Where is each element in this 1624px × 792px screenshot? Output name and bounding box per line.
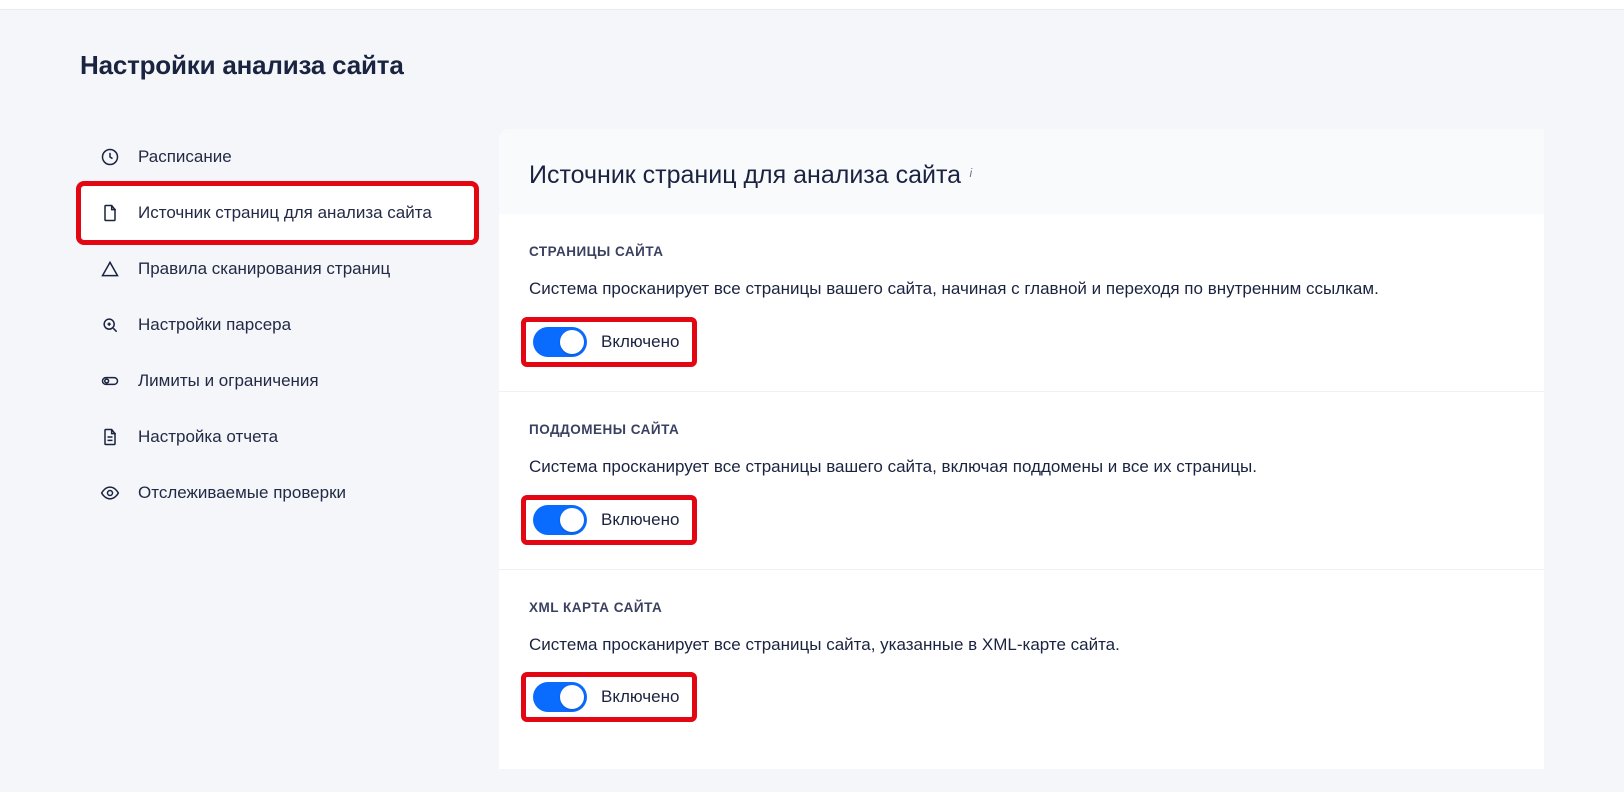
toggle-icon bbox=[100, 371, 120, 391]
section-description: Система просканирует все страницы вашего… bbox=[529, 277, 1514, 301]
zoom-settings-icon bbox=[100, 315, 120, 335]
sidebar-item-label: Правила сканирования страниц bbox=[138, 259, 390, 279]
sidebar-item-label: Источник страниц для анализа сайта bbox=[138, 203, 432, 223]
sidebar-item-label: Лимиты и ограничения bbox=[138, 371, 319, 391]
section-site-pages: СТРАНИЦЫ САЙТА Система просканирует все … bbox=[499, 214, 1544, 392]
toggle-row-site-pages: Включено bbox=[529, 323, 689, 361]
page-icon bbox=[100, 203, 120, 223]
page-container: Настройки анализа сайта Расписание Источ… bbox=[0, 10, 1624, 769]
content-header: Источник страниц для анализа сайта i bbox=[499, 129, 1544, 214]
sidebar-item-label: Отслеживаемые проверки bbox=[138, 483, 346, 503]
toggle-label: Включено bbox=[601, 332, 679, 352]
toggle-label: Включено bbox=[601, 687, 679, 707]
sidebar-item-label: Расписание bbox=[138, 147, 232, 167]
section-label: XML КАРТА САЙТА bbox=[529, 600, 1514, 615]
toggle-site-pages[interactable] bbox=[533, 327, 587, 357]
section-description: Система просканирует все страницы вашего… bbox=[529, 455, 1514, 479]
clock-icon bbox=[100, 147, 120, 167]
sidebar-item-crawl-rules[interactable]: Правила сканирования страниц bbox=[80, 241, 475, 297]
content-panel: Источник страниц для анализа сайта i СТР… bbox=[499, 129, 1544, 769]
sidebar-item-label: Настройка отчета bbox=[138, 427, 278, 447]
layout: Расписание Источник страниц для анализа … bbox=[80, 129, 1544, 769]
top-bar bbox=[0, 0, 1624, 10]
sidebar-item-tracked-checks[interactable]: Отслеживаемые проверки bbox=[80, 465, 475, 521]
sidebar-item-report-settings[interactable]: Настройка отчета bbox=[80, 409, 475, 465]
warning-triangle-icon bbox=[100, 259, 120, 279]
eye-icon bbox=[100, 483, 120, 503]
section-label: ПОДДОМЕНЫ САЙТА bbox=[529, 422, 1514, 437]
toggle-row-xml-sitemap: Включено bbox=[529, 678, 689, 716]
sidebar-item-page-source[interactable]: Источник страниц для анализа сайта bbox=[80, 185, 475, 241]
settings-sidebar: Расписание Источник страниц для анализа … bbox=[80, 129, 475, 521]
toggle-label: Включено bbox=[601, 510, 679, 530]
sidebar-item-label: Настройки парсера bbox=[138, 315, 291, 335]
page-title: Настройки анализа сайта bbox=[80, 50, 1544, 81]
section-xml-sitemap: XML КАРТА САЙТА Система просканирует все… bbox=[499, 570, 1544, 747]
section-description: Система просканирует все страницы сайта,… bbox=[529, 633, 1514, 657]
info-icon[interactable]: i bbox=[970, 166, 973, 180]
toggle-xml-sitemap[interactable] bbox=[533, 682, 587, 712]
sidebar-item-limits[interactable]: Лимиты и ограничения bbox=[80, 353, 475, 409]
document-lines-icon bbox=[100, 427, 120, 447]
section-subdomains: ПОДДОМЕНЫ САЙТА Система просканирует все… bbox=[499, 392, 1544, 570]
toggle-row-subdomains: Включено bbox=[529, 501, 689, 539]
sidebar-item-schedule[interactable]: Расписание bbox=[80, 129, 475, 185]
sidebar-item-parser-settings[interactable]: Настройки парсера bbox=[80, 297, 475, 353]
section-label: СТРАНИЦЫ САЙТА bbox=[529, 244, 1514, 259]
content-title: Источник страниц для анализа сайта bbox=[529, 161, 961, 189]
toggle-subdomains[interactable] bbox=[533, 505, 587, 535]
